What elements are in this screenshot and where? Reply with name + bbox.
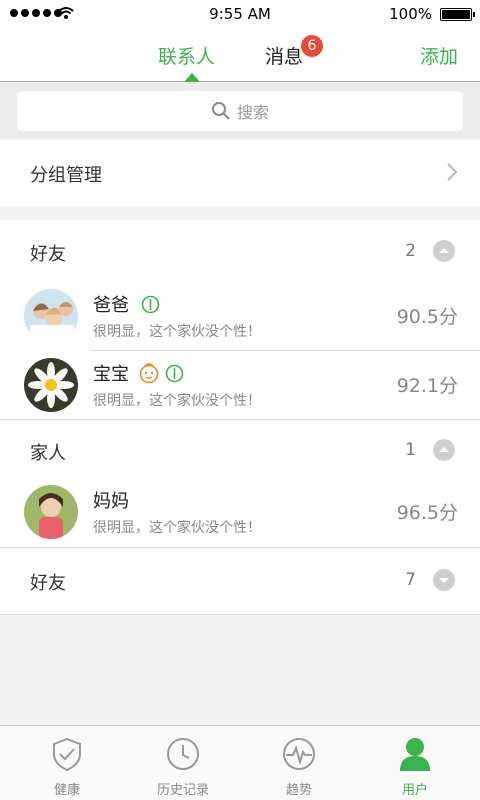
contact-row[interactable]: 爸爸 很明显，这个家伙没个性！ 90.5分	[0, 282, 480, 351]
avatar	[24, 289, 78, 343]
baby-icon	[139, 363, 159, 384]
bottom-tab-bar: 健康 历史记录 趋势 用户	[0, 725, 480, 800]
status-bar: 9:55 AM 100%	[0, 0, 480, 28]
collapse-icon[interactable]	[433, 240, 455, 262]
contact-name: 爸爸	[93, 295, 129, 316]
group-title: 好友	[30, 573, 66, 594]
group-management-label: 分组管理	[30, 165, 102, 186]
tab-health[interactable]: 健康	[7, 726, 127, 800]
collapse-icon[interactable]	[433, 439, 455, 461]
device-status-icon	[141, 295, 160, 314]
contact-signature: 很明显，这个家伙没个性！	[93, 520, 261, 536]
search-icon	[211, 102, 230, 120]
group-header-friends-collapsed[interactable]: 好友 7	[0, 548, 480, 614]
expand-icon[interactable]	[433, 569, 455, 591]
pulse-icon	[283, 738, 315, 770]
battery-icon	[440, 8, 475, 21]
contact-name: 宝宝	[93, 364, 129, 385]
tab-history[interactable]: 历史记录	[123, 726, 243, 800]
group-title: 家人	[30, 443, 66, 464]
group-count: 2	[405, 241, 416, 261]
contact-row[interactable]: 妈妈 很明显，这个家伙没个性！ 96.5分	[0, 478, 480, 547]
tab-label: 用户	[401, 783, 428, 798]
active-tab-indicator	[184, 73, 200, 82]
divider	[0, 614, 480, 615]
search-placeholder: 搜索	[236, 103, 269, 122]
user-icon	[400, 738, 430, 771]
device-status-icon	[165, 364, 184, 383]
group-header-family[interactable]: 家人 1	[0, 420, 480, 478]
search-bar: 搜索	[0, 83, 480, 138]
shield-check-icon	[53, 737, 81, 772]
tab-messages[interactable]: 消息	[265, 42, 303, 69]
contact-score: 90.5分	[396, 306, 458, 328]
tab-label: 趋势	[285, 783, 312, 798]
tab-label: 健康	[53, 783, 80, 798]
contact-score: 92.1分	[396, 375, 458, 397]
group-header-friends[interactable]: 好友 2	[0, 220, 480, 282]
group-title: 好友	[30, 244, 66, 265]
tab-contacts[interactable]: 联系人	[158, 42, 215, 69]
contact-signature: 很明显，这个家伙没个性！	[93, 324, 261, 340]
contact-row[interactable]: 宝宝 很明显，这个家伙没个性！ 92.1分	[0, 351, 480, 420]
contact-signature: 很明显，这个家伙没个性！	[93, 393, 261, 409]
nav-bar: 联系人 消息 6 添加	[0, 28, 480, 82]
messages-badge: 6	[301, 35, 323, 57]
battery-percentage: 100%	[389, 5, 432, 23]
clock-icon	[167, 738, 199, 770]
avatar	[24, 358, 78, 412]
group-count: 7	[405, 570, 416, 590]
tab-label: 历史记录	[156, 783, 209, 798]
add-button[interactable]: 添加	[420, 42, 458, 69]
group-management-row[interactable]: 分组管理	[0, 140, 480, 206]
tab-trends[interactable]: 趋势	[239, 726, 359, 800]
tab-user[interactable]: 用户	[355, 726, 475, 800]
group-count: 1	[405, 440, 416, 460]
search-input[interactable]: 搜索	[17, 91, 463, 131]
avatar	[24, 485, 78, 539]
contact-name: 妈妈	[93, 491, 129, 512]
contact-score: 96.5分	[396, 502, 458, 524]
chevron-right-icon	[447, 163, 458, 181]
